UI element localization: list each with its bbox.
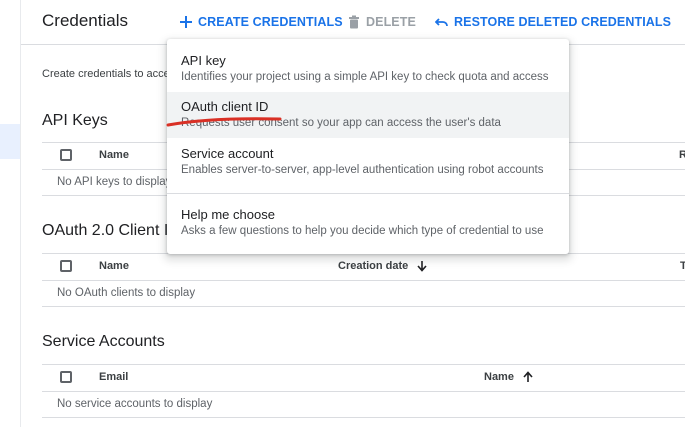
restore-deleted-credentials-button[interactable]: RESTORE DELETED CREDENTIALS xyxy=(435,14,671,30)
oauth-select-all-checkbox[interactable] xyxy=(60,260,72,272)
api-keys-col-name[interactable]: Name xyxy=(99,149,129,161)
restore-label: RESTORE DELETED CREDENTIALS xyxy=(454,15,672,29)
menu-item-service-account-title: Service account xyxy=(181,146,274,161)
service-accounts-col-email[interactable]: Email xyxy=(99,371,128,383)
menu-item-help-me-choose-desc: Asks a few questions to help you decide … xyxy=(181,225,544,237)
service-accounts-col-name-label: Name xyxy=(484,371,514,383)
arrow-up-icon xyxy=(523,371,533,382)
intro-text: Create credentials to access your enable… xyxy=(42,68,172,80)
service-accounts-empty-row: No service accounts to display xyxy=(42,392,685,418)
api-keys-col-restrictions[interactable]: R xyxy=(679,149,685,161)
oauth-table: Name Creation date T No OAuth clients to… xyxy=(42,253,685,307)
menu-divider xyxy=(167,193,569,194)
service-accounts-empty-text: No service accounts to display xyxy=(57,398,213,410)
create-credentials-button[interactable]: CREATE CREDENTIALS xyxy=(179,14,343,30)
menu-item-service-account-desc: Enables server-to-server, app-level auth… xyxy=(181,164,544,176)
menu-item-api-key[interactable]: API key Identifies your project using a … xyxy=(167,39,569,91)
oauth-col-creation-date[interactable]: Creation date xyxy=(338,260,428,272)
api-keys-title: API Keys xyxy=(42,112,108,129)
service-accounts-select-all-checkbox[interactable] xyxy=(60,371,72,383)
menu-item-api-key-desc: Identifies your project using a simple A… xyxy=(181,71,549,83)
left-nav-selected-item[interactable] xyxy=(0,124,20,159)
service-accounts-header-row: Email Name xyxy=(42,364,685,392)
menu-item-service-account[interactable]: Service account Enables server-to-server… xyxy=(167,139,569,191)
oauth-header-row: Name Creation date T xyxy=(42,253,685,281)
oauth-col-creation-date-label: Creation date xyxy=(338,260,409,272)
oauth-col-type[interactable]: T xyxy=(680,260,685,272)
arrow-down-icon xyxy=(417,261,427,272)
create-credentials-label: CREATE CREDENTIALS xyxy=(198,15,343,29)
delete-button[interactable]: DELETE xyxy=(347,14,416,30)
menu-item-oauth-client-id[interactable]: OAuth client ID Requests user consent so… xyxy=(167,92,569,138)
plus-icon xyxy=(180,16,192,28)
menu-item-help-me-choose[interactable]: Help me choose Asks a few questions to h… xyxy=(167,199,569,251)
oauth-col-name[interactable]: Name xyxy=(99,260,129,272)
menu-item-help-me-choose-title: Help me choose xyxy=(181,207,275,222)
oauth-title: OAuth 2.0 Client IDs xyxy=(42,222,188,239)
trash-icon xyxy=(349,15,359,29)
menu-item-oauth-client-id-title: OAuth client ID xyxy=(181,99,269,114)
service-accounts-title: Service Accounts xyxy=(42,333,165,350)
left-nav-rail xyxy=(0,0,21,427)
oauth-empty-row: No OAuth clients to display xyxy=(42,281,685,307)
oauth-empty-text: No OAuth clients to display xyxy=(57,287,196,299)
menu-item-oauth-client-id-desc: Requests user consent so your app can ac… xyxy=(181,117,501,129)
page-title: Credentials xyxy=(42,11,128,30)
service-accounts-col-name[interactable]: Name xyxy=(484,371,534,383)
api-keys-select-all-checkbox[interactable] xyxy=(60,149,72,161)
create-credentials-menu: API key Identifies your project using a … xyxy=(167,39,569,254)
api-keys-empty-text: No API keys to display xyxy=(57,176,172,188)
menu-item-api-key-title: API key xyxy=(181,53,226,68)
delete-label: DELETE xyxy=(366,15,416,29)
service-accounts-table: Email Name No service accounts to displa… xyxy=(42,364,685,418)
undo-icon xyxy=(435,18,448,27)
